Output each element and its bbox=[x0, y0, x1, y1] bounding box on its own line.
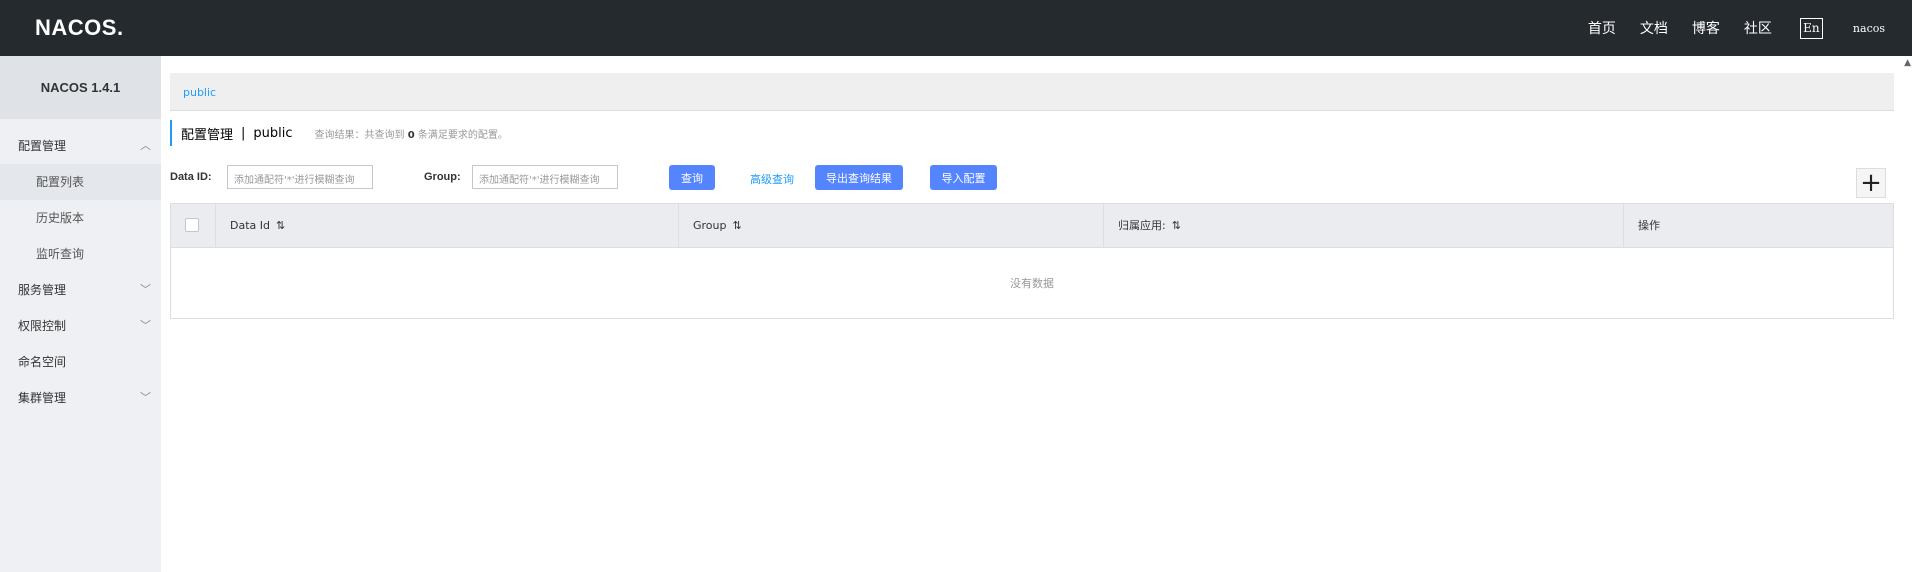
column-header-label: Data Id bbox=[230, 219, 270, 232]
nav-community-link[interactable]: 社区 bbox=[1744, 18, 1772, 38]
select-all-checkbox[interactable] bbox=[185, 218, 199, 232]
group-input[interactable]: 添加通配符'*'进行模糊查询 bbox=[472, 165, 618, 189]
sidebar-item-service-management[interactable]: 服务管理 ﹀ bbox=[0, 272, 161, 308]
sidebar-item-access-control[interactable]: 权限控制 ﹀ bbox=[0, 308, 161, 344]
export-query-results-button[interactable]: 导出查询结果 bbox=[815, 165, 903, 190]
language-toggle-button[interactable]: En bbox=[1799, 17, 1823, 39]
data-id-label: Data ID: bbox=[170, 171, 212, 183]
breadcrumb: 配置管理 | public 查询结果：共查询到 0 条满足要求的配置。 bbox=[170, 120, 508, 146]
config-table: Data Id ⇅ Group ⇅ 归属应用: ⇅ 操作 没有数据 bbox=[170, 203, 1894, 319]
add-config-button[interactable]: + bbox=[1856, 168, 1886, 198]
column-header-data-id: Data Id ⇅ bbox=[215, 204, 678, 248]
empty-state-text: 没有数据 bbox=[1010, 277, 1054, 290]
filter-row: Data ID: 添加通配符'*'进行模糊查询 Group: 添加通配符'*'进… bbox=[170, 165, 1894, 191]
column-header-label: 归属应用: bbox=[1118, 219, 1166, 232]
sidebar-item-config-list[interactable]: 配置列表 bbox=[0, 164, 161, 200]
sidebar-item-label: 权限控制 bbox=[18, 319, 67, 333]
breadcrumb-separator: | bbox=[241, 125, 246, 141]
import-config-button[interactable]: 导入配置 bbox=[930, 165, 997, 190]
sidebar-item-label: 集群管理 bbox=[18, 391, 67, 405]
query-result-count: 0 bbox=[407, 129, 415, 141]
breadcrumb-namespace: public bbox=[253, 125, 293, 141]
chevron-up-icon: ︿ bbox=[140, 139, 151, 152]
sidebar-menu: 配置管理 ︿ 配置列表 历史版本 监听查询 服务管理 ﹀ 权限控制 ﹀ 命名空间… bbox=[0, 119, 161, 416]
top-navbar: NACOS. 首页 文档 博客 社区 En nacos bbox=[0, 0, 1912, 56]
top-nav: 首页 文档 博客 社区 En nacos bbox=[1588, 0, 1912, 56]
sidebar-item-label: 命名空间 bbox=[18, 355, 67, 369]
sidebar-item-history[interactable]: 历史版本 bbox=[0, 200, 161, 236]
column-header-app: 归属应用: ⇅ bbox=[1103, 204, 1623, 248]
data-id-input[interactable]: 添加通配符'*'进行模糊查询 bbox=[227, 165, 373, 189]
sidebar-item-namespace[interactable]: 命名空间 bbox=[0, 344, 161, 380]
sidebar: NACOS 1.4.1 配置管理 ︿ 配置列表 历史版本 监听查询 服务管理 ﹀… bbox=[0, 56, 161, 572]
sidebar-item-listener-query[interactable]: 监听查询 bbox=[0, 236, 161, 272]
search-button[interactable]: 查询 bbox=[669, 165, 715, 190]
chevron-down-icon: ﹀ bbox=[140, 319, 151, 332]
sidebar-version-title: NACOS 1.4.1 bbox=[0, 56, 161, 119]
table-header: Data Id ⇅ Group ⇅ 归属应用: ⇅ 操作 bbox=[171, 204, 1893, 248]
nav-blog-link[interactable]: 博客 bbox=[1692, 18, 1720, 38]
column-header-label: 操作 bbox=[1638, 219, 1660, 232]
group-label: Group: bbox=[424, 171, 461, 183]
namespace-bar: public bbox=[170, 73, 1894, 111]
main-content: public 配置管理 | public 查询结果：共查询到 0 条满足要求的配… bbox=[170, 56, 1894, 572]
sidebar-item-cluster-management[interactable]: 集群管理 ﹀ bbox=[0, 380, 161, 416]
advanced-query-link[interactable]: 高级查询 bbox=[750, 171, 794, 187]
nav-home-link[interactable]: 首页 bbox=[1588, 18, 1616, 38]
sort-icon[interactable]: ⇅ bbox=[1172, 219, 1181, 232]
query-result-info: 查询结果：共查询到 0 条满足要求的配置。 bbox=[315, 126, 508, 141]
sort-icon[interactable]: ⇅ bbox=[276, 219, 285, 232]
column-header-group: Group ⇅ bbox=[678, 204, 1103, 248]
sidebar-item-label: 服务管理 bbox=[18, 283, 67, 297]
query-result-prefix: 查询结果：共查询到 bbox=[314, 129, 405, 141]
namespace-tab-public[interactable]: public bbox=[183, 86, 216, 99]
sidebar-item-label: 历史版本 bbox=[36, 211, 85, 225]
chevron-down-icon: ﹀ bbox=[140, 283, 151, 296]
scroll-up-arrow-icon[interactable]: ▲ bbox=[1904, 58, 1911, 68]
nacos-logo[interactable]: NACOS. bbox=[35, 15, 124, 41]
query-result-suffix: 条满足要求的配置。 bbox=[417, 129, 508, 141]
sidebar-item-label: 配置管理 bbox=[18, 139, 67, 153]
nav-docs-link[interactable]: 文档 bbox=[1640, 18, 1668, 38]
sidebar-item-label: 监听查询 bbox=[36, 247, 85, 261]
user-menu[interactable]: nacos bbox=[1853, 22, 1885, 35]
chevron-down-icon: ﹀ bbox=[140, 391, 151, 404]
sort-icon[interactable]: ⇅ bbox=[733, 219, 742, 232]
sidebar-item-label: 配置列表 bbox=[36, 175, 85, 189]
page-title: 配置管理 bbox=[181, 127, 234, 143]
sidebar-item-config-management[interactable]: 配置管理 ︿ bbox=[0, 128, 161, 164]
column-header-label: Group bbox=[693, 219, 727, 232]
column-header-actions: 操作 bbox=[1623, 204, 1893, 248]
